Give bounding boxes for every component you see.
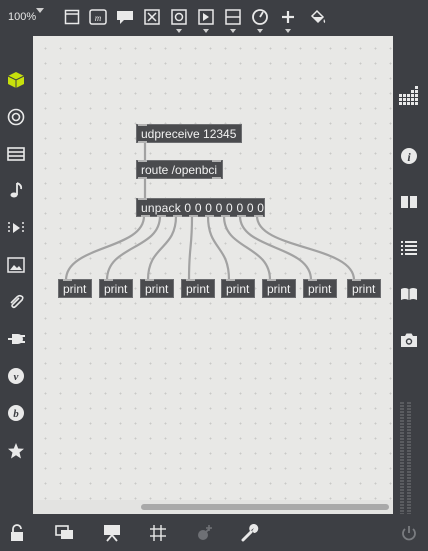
inlet[interactable] [186, 279, 195, 281]
presentation-mode-icon[interactable] [63, 8, 81, 26]
patcher-canvas[interactable] [33, 36, 393, 514]
bang-dropdown-icon[interactable] [176, 29, 182, 33]
outlet[interactable] [221, 215, 230, 217]
route-object[interactable]: route /openbci [136, 160, 223, 179]
target-icon[interactable] [5, 106, 27, 128]
print-object-4[interactable]: print [181, 279, 215, 298]
star-icon[interactable] [5, 440, 27, 462]
slider-icon[interactable] [224, 8, 242, 26]
print-object-3[interactable]: print [140, 279, 174, 298]
outlet[interactable] [189, 215, 198, 217]
outlet[interactable] [205, 215, 214, 217]
presentation-icon[interactable] [54, 522, 76, 544]
svg-text:v: v [14, 371, 19, 383]
print-object-8[interactable]: print [347, 279, 381, 298]
outlet[interactable] [138, 141, 147, 143]
outlet[interactable] [141, 215, 150, 217]
browser-icon[interactable] [5, 143, 27, 165]
udpreceive-object-label: udpreceive 12345 [141, 127, 237, 141]
svg-text:b: b [13, 408, 19, 420]
bottom-toolbar [0, 514, 428, 551]
inlet[interactable] [104, 279, 113, 281]
message-icon[interactable] [197, 8, 215, 26]
power-icon[interactable] [398, 522, 420, 544]
dial-icon[interactable] [251, 8, 269, 26]
outlet[interactable] [237, 215, 246, 217]
music-note-icon[interactable] [5, 179, 27, 201]
svg-text:m: m [95, 13, 102, 23]
inlet[interactable] [267, 279, 276, 281]
add-icon[interactable] [279, 8, 297, 26]
print-object-7[interactable]: print [303, 279, 337, 298]
list-icon[interactable] [398, 237, 420, 259]
outlet[interactable] [173, 215, 182, 217]
media-icon[interactable] [5, 217, 27, 239]
print-object-6[interactable]: print [262, 279, 296, 298]
comment-icon[interactable] [116, 8, 134, 26]
inlet[interactable] [308, 279, 317, 281]
outlet[interactable] [138, 177, 147, 179]
udpreceive-object[interactable]: udpreceive 12345 [136, 124, 242, 143]
print-object-label: print [352, 282, 376, 296]
dial-dropdown-icon[interactable] [257, 29, 263, 33]
print-object-label: print [63, 282, 87, 296]
debug-icon[interactable] [194, 522, 216, 544]
outlet[interactable] [212, 177, 221, 179]
wrench-icon[interactable] [239, 522, 261, 544]
message-dropdown-icon[interactable] [203, 29, 209, 33]
print-object-5[interactable]: print [221, 279, 255, 298]
inlet[interactable] [138, 124, 147, 126]
inlet[interactable] [138, 198, 147, 200]
inlet[interactable] [63, 279, 72, 281]
zoom-dropdown-icon[interactable] [36, 8, 44, 13]
print-object-label: print [226, 282, 250, 296]
right-sidebar: i [393, 36, 428, 550]
bandcamp-icon[interactable]: b [5, 402, 27, 424]
print-object-label: print [145, 282, 169, 296]
new-object-icon[interactable]: m [89, 8, 107, 26]
grid-icon[interactable] [147, 522, 169, 544]
print-object-label: print [308, 282, 332, 296]
horizontal-scrollbar[interactable] [33, 500, 393, 514]
inlet[interactable] [352, 279, 361, 281]
left-sidebar: v b [0, 36, 33, 516]
top-toolbar: 100% m [0, 0, 428, 36]
plug-icon[interactable] [5, 328, 27, 350]
paint-bucket-icon[interactable] [309, 8, 327, 26]
image-icon[interactable] [5, 254, 27, 276]
print-object-label: print [267, 282, 291, 296]
outlet[interactable] [157, 215, 166, 217]
print-object-2[interactable]: print [99, 279, 133, 298]
unpack-object[interactable]: unpack 0 0 0 0 0 0 0 0 [136, 198, 265, 217]
cube-icon[interactable] [5, 69, 27, 91]
lock-icon[interactable] [6, 522, 28, 544]
toggle-icon[interactable] [143, 8, 161, 26]
add-dropdown-icon[interactable] [285, 29, 291, 33]
vimeo-icon[interactable]: v [5, 365, 27, 387]
camera-icon[interactable] [398, 329, 420, 351]
zoom-level[interactable]: 100% [8, 11, 36, 23]
print-object-label: print [186, 282, 210, 296]
inlet[interactable] [226, 279, 235, 281]
slider-dropdown-icon[interactable] [230, 29, 236, 33]
paperclip-icon[interactable] [5, 291, 27, 313]
unpack-object-label: unpack 0 0 0 0 0 0 0 0 [141, 201, 265, 215]
outlet[interactable] [254, 215, 263, 217]
info-icon[interactable]: i [398, 145, 420, 167]
inspector-icon[interactable] [101, 522, 123, 544]
bang-icon[interactable] [170, 8, 188, 26]
book-icon[interactable] [398, 191, 420, 213]
reference-icon[interactable] [398, 283, 420, 305]
route-object-label: route /openbci [141, 163, 218, 177]
inlet[interactable] [145, 279, 154, 281]
inlet[interactable] [138, 160, 147, 162]
print-object-1[interactable]: print [58, 279, 92, 298]
inlet[interactable] [212, 160, 221, 162]
grid-icon[interactable] [398, 85, 420, 107]
print-object-label: print [104, 282, 128, 296]
scrollbar-thumb[interactable] [141, 504, 389, 510]
